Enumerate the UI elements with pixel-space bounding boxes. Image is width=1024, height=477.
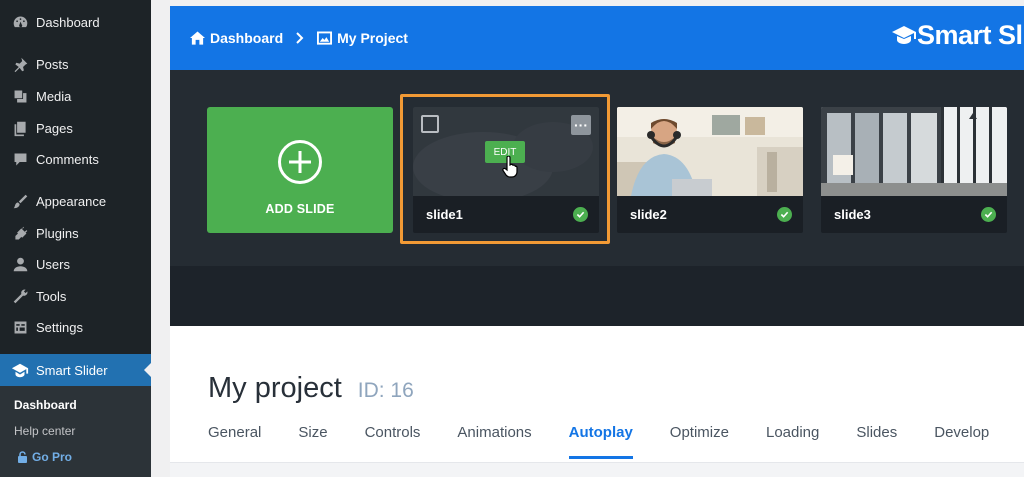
slide1-select-checkbox[interactable] xyxy=(421,115,439,133)
menu-posts[interactable]: Posts xyxy=(0,51,151,77)
slide3-thumbnail xyxy=(821,107,1007,196)
slide-card-slide3[interactable]: slide3 xyxy=(821,107,1007,233)
tab-loading[interactable]: Loading xyxy=(766,424,819,454)
menu-plugins[interactable]: Plugins xyxy=(0,220,151,246)
media-icon xyxy=(10,86,30,106)
tab-general[interactable]: General xyxy=(208,424,261,454)
plug-icon xyxy=(10,223,30,243)
brush-icon xyxy=(10,191,30,211)
menu-label: Pages xyxy=(36,120,73,136)
menu-label: Media xyxy=(36,88,72,104)
more-options-icon[interactable]: ··· xyxy=(571,115,591,135)
menu-smart-slider[interactable]: Smart Slider xyxy=(0,354,151,386)
menu-label: Smart Slider xyxy=(36,362,108,378)
project-title[interactable]: My project xyxy=(208,372,342,405)
breadcrumb-dashboard-label: Dashboard xyxy=(210,30,284,46)
published-check-icon xyxy=(981,207,996,222)
menu-pages[interactable]: Pages xyxy=(0,115,151,141)
menu-tools[interactable]: Tools xyxy=(0,283,151,309)
pin-icon xyxy=(10,54,30,74)
menu-users[interactable]: Users xyxy=(0,251,151,277)
project-id: ID: 16 xyxy=(357,379,414,402)
wrench-icon xyxy=(10,286,30,306)
submenu-dashboard[interactable]: Dashboard xyxy=(14,398,77,412)
hand-pointer-cursor-icon xyxy=(502,156,518,178)
tab-controls[interactable]: Controls xyxy=(365,424,421,454)
logo-text: Smart Slid xyxy=(917,20,1024,50)
tab-autoplay[interactable]: Autoplay xyxy=(568,424,633,459)
editor-topbar: Dashboard My Project Smart Slid xyxy=(170,6,1024,70)
menu-label: Plugins xyxy=(36,225,79,241)
slide-name: slide2 xyxy=(630,207,667,222)
slide-name: slide3 xyxy=(834,207,871,222)
slides-strip: ADD SLIDE ··· EDIT slide1 slide2 slide3 xyxy=(170,70,1024,266)
submenu-go-pro[interactable]: Go Pro xyxy=(17,450,72,464)
menu-label: Appearance xyxy=(36,193,107,209)
published-check-icon xyxy=(777,207,792,222)
image-icon xyxy=(317,31,333,45)
comment-icon xyxy=(10,149,30,169)
tab-size[interactable]: Size xyxy=(298,424,327,454)
breadcrumb-project-label: My Project xyxy=(337,30,408,46)
menu-appearance[interactable]: Appearance xyxy=(0,188,151,214)
menu-label: Comments xyxy=(36,151,99,167)
home-icon xyxy=(190,31,205,45)
submenu-help-center[interactable]: Help center xyxy=(14,424,75,438)
project-title-row: My project ID: 16 xyxy=(208,372,414,405)
menu-label: Settings xyxy=(36,319,83,335)
slide-card-slide1[interactable]: ··· EDIT slide1 xyxy=(413,107,599,233)
smart-slider-logo: Smart Slid xyxy=(892,20,1024,51)
menu-label: Tools xyxy=(36,288,67,304)
graduation-cap-icon xyxy=(10,360,30,380)
chevron-right-icon xyxy=(296,32,304,44)
add-slide-button[interactable]: ADD SLIDE xyxy=(207,107,393,233)
tab-slides[interactable]: Slides xyxy=(856,424,897,454)
menu-settings[interactable]: Settings xyxy=(0,314,151,340)
tab-panel-edge xyxy=(170,462,1024,477)
smart-slider-editor: Dashboard My Project Smart Slid ADD SLID… xyxy=(170,6,1024,477)
graduation-cap-icon xyxy=(892,26,916,44)
tab-animations[interactable]: Animations xyxy=(457,424,531,454)
active-menu-arrow xyxy=(144,363,151,377)
settings-icon xyxy=(10,317,30,337)
slides-timeline-bar xyxy=(170,266,1024,326)
menu-comments[interactable]: Comments xyxy=(0,146,151,172)
breadcrumb-project[interactable]: My Project xyxy=(317,30,408,46)
published-check-icon xyxy=(573,207,588,222)
smart-slider-submenu: Dashboard Help center Go Pro xyxy=(0,386,151,477)
lock-icon xyxy=(18,451,27,463)
menu-label: Dashboard xyxy=(36,14,100,30)
tab-optimize[interactable]: Optimize xyxy=(670,424,729,454)
user-icon xyxy=(10,254,30,274)
menu-media[interactable]: Media xyxy=(0,83,151,109)
slide-card-slide2[interactable]: slide2 xyxy=(617,107,803,233)
menu-dashboard[interactable]: Dashboard xyxy=(0,9,151,35)
settings-tabs: General Size Controls Animations Autopla… xyxy=(208,424,1024,459)
wp-admin-sidebar: Dashboard Posts Media Pages Comments App… xyxy=(0,0,151,477)
slide2-thumbnail xyxy=(617,107,803,196)
dashboard-icon xyxy=(10,12,30,32)
pages-icon xyxy=(10,118,30,138)
breadcrumb-dashboard[interactable]: Dashboard xyxy=(190,30,283,46)
plus-circle-icon xyxy=(278,140,322,184)
menu-label: Users xyxy=(36,256,70,272)
add-slide-label: ADD SLIDE xyxy=(265,202,335,216)
menu-label: Posts xyxy=(36,56,69,72)
tab-developer[interactable]: Develop xyxy=(934,424,989,454)
go-pro-label: Go Pro xyxy=(32,450,73,464)
slide-name: slide1 xyxy=(426,207,463,222)
